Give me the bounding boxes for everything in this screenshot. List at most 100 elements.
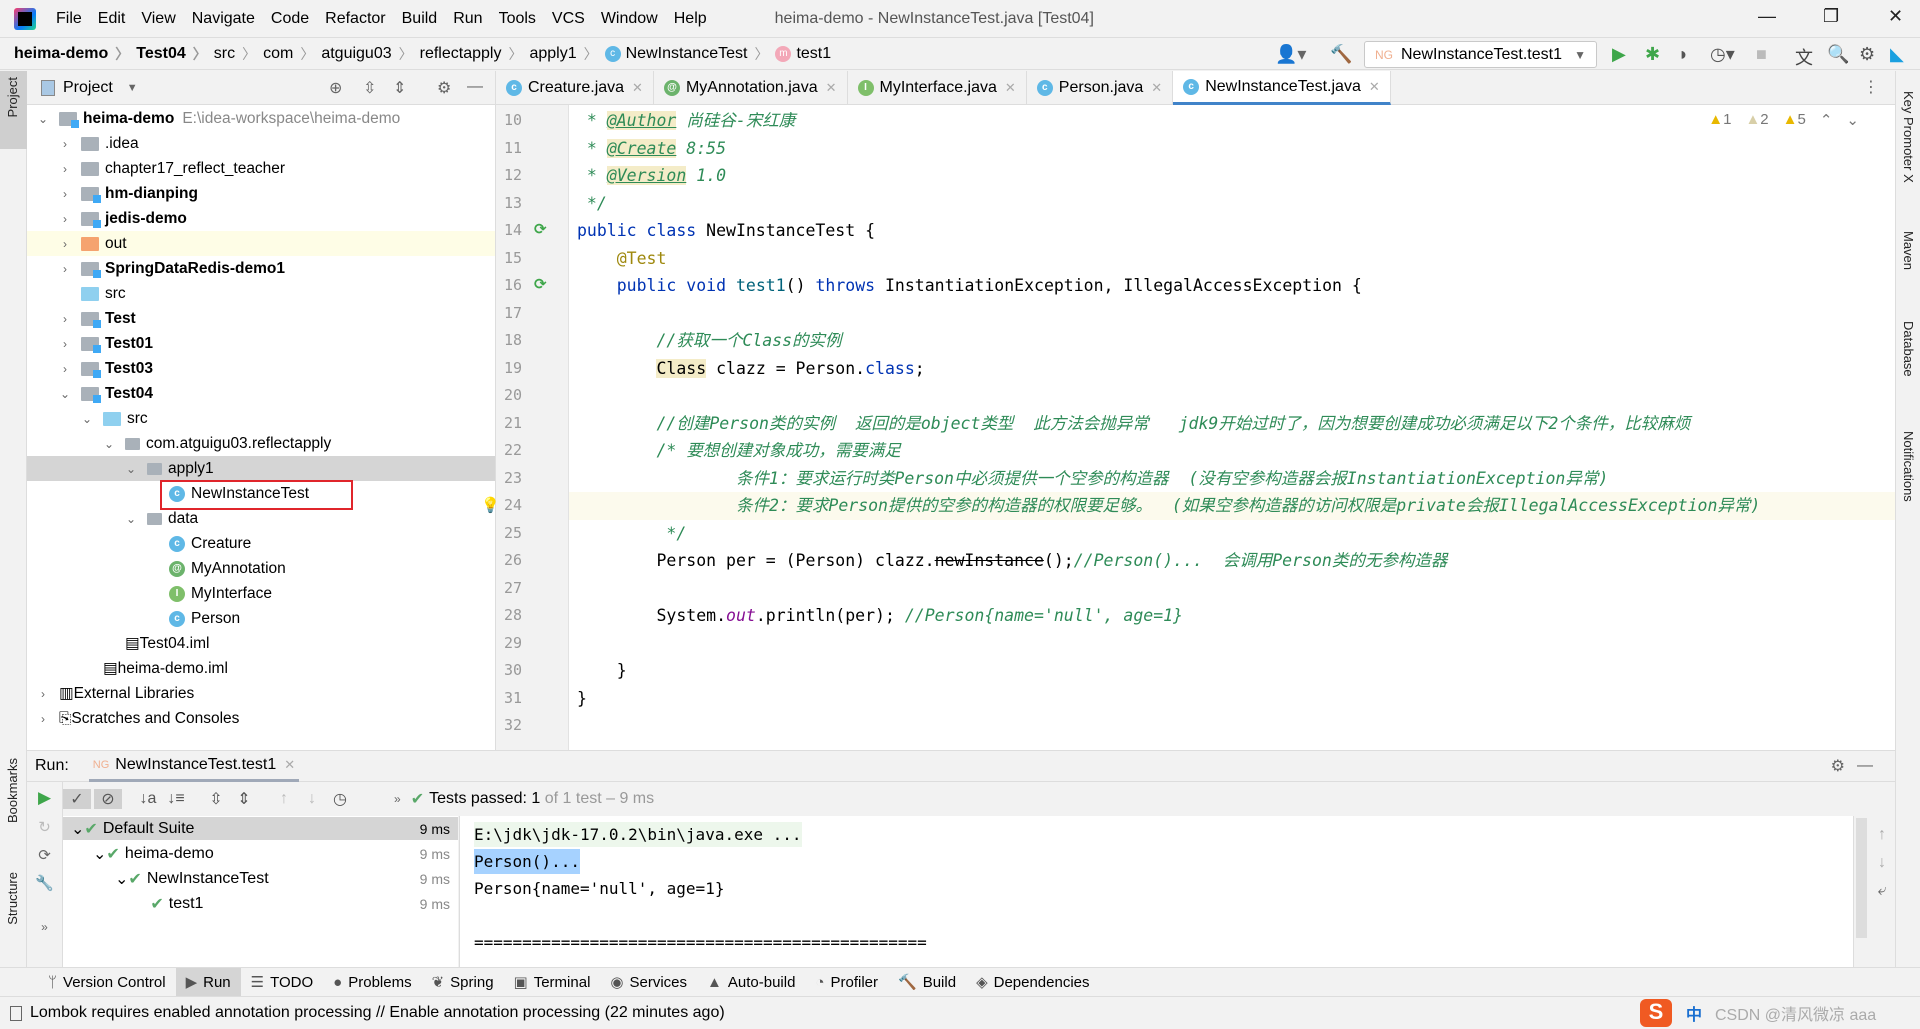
chevron-right-icon[interactable]: › (57, 362, 73, 376)
expand-all-icon[interactable]: ⇳ (363, 78, 376, 98)
more-icon[interactable]: » (394, 792, 401, 806)
close-tab-icon[interactable]: ✕ (1369, 79, 1380, 95)
chevron-down-icon[interactable]: ⌄ (57, 387, 73, 401)
toolbox-icon[interactable]: ◣ (1890, 44, 1904, 65)
run-configuration-select[interactable]: NG NewInstanceTest.test1 ▼ (1364, 41, 1597, 68)
breadcrumb-item[interactable]: com 〉 (263, 44, 321, 64)
soft-wrap-icon[interactable]: ⤶ (1869, 882, 1895, 900)
locate-file-icon[interactable]: ⊕ (329, 78, 342, 98)
tab-newinstancetest[interactable]: c NewInstanceTest.java ✕ (1173, 71, 1391, 105)
tool-services[interactable]: ◉ Services (600, 968, 697, 997)
tree-item-out[interactable]: › out (27, 231, 495, 256)
settings-gear-icon[interactable]: ⚙ (437, 78, 451, 98)
more-tabs-icon[interactable]: ⋮ (1863, 77, 1879, 97)
run-tab[interactable]: NG NewInstanceTest.test1 ✕ (88, 751, 300, 782)
chevron-right-icon[interactable]: › (57, 262, 73, 276)
show-ignored-button[interactable]: ⊘ (94, 789, 122, 809)
toggle-auto-test-button[interactable]: ⟳ (27, 846, 62, 864)
tree-item-test[interactable]: › Test (27, 306, 495, 331)
tree-item-heima-demo-iml[interactable]: ▤ heima-demo.iml (27, 656, 495, 681)
close-tab-icon[interactable]: ✕ (1005, 80, 1016, 96)
tree-item-person[interactable]: c Person (27, 606, 495, 631)
tree-item-src[interactable]: ⌄ src (27, 406, 495, 431)
hide-panel-icon[interactable]: — (467, 78, 483, 96)
tool-spring[interactable]: ❦ Spring (422, 968, 504, 997)
tool-profiler[interactable]: ◔ Profiler (805, 968, 888, 997)
test-tree-item[interactable]: ⌄ ✔ heima-demo 9 ms (63, 842, 458, 865)
menu-navigate[interactable]: Navigate (192, 10, 255, 28)
bookmarks-tool-button[interactable]: Bookmarks (5, 758, 20, 823)
menu-tools[interactable]: Tools (499, 10, 536, 28)
chevron-right-icon[interactable]: › (35, 687, 51, 701)
menu-code[interactable]: Code (271, 10, 309, 28)
close-icon[interactable]: ✕ (284, 757, 295, 773)
breadcrumb-item[interactable]: heima-demo 〉 (14, 44, 136, 64)
close-tab-icon[interactable]: ✕ (826, 80, 837, 96)
menu-vcs[interactable]: VCS (552, 10, 585, 28)
chevron-right-icon[interactable]: › (57, 137, 73, 151)
test-history-button[interactable]: ◷ (326, 789, 354, 809)
tab-person[interactable]: c Person.java ✕ (1027, 71, 1174, 105)
scroll-down-icon[interactable]: ↓ (1869, 854, 1895, 872)
hide-panel-icon[interactable]: — (1857, 757, 1873, 775)
tree-item-chapter17-reflect-teacher[interactable]: › chapter17_reflect_teacher (27, 156, 495, 181)
structure-tool-button[interactable]: Structure (5, 872, 20, 925)
close-tab-icon[interactable]: ✕ (632, 80, 643, 96)
tree-item-test01[interactable]: › Test01 (27, 331, 495, 356)
right-stripe-notifications[interactable]: Notifications (1901, 431, 1916, 502)
tree-item-scratches-and-consoles[interactable]: › ⎘ Scratches and Consoles (27, 706, 495, 731)
breadcrumb-item[interactable]: src 〉 (214, 44, 263, 64)
stop-button[interactable]: ■ (1756, 44, 1767, 65)
tree-item-myinterface[interactable]: I MyInterface (27, 581, 495, 606)
tree-item-com-atguigu03-reflectapply[interactable]: ⌄ com.atguigu03.reflectapply (27, 431, 495, 456)
tree-item-test03[interactable]: › Test03 (27, 356, 495, 381)
chevron-right-icon[interactable]: › (57, 312, 73, 326)
tree-item--idea[interactable]: › .idea (27, 131, 495, 156)
close-window-button[interactable]: ✕ (1888, 6, 1903, 27)
chevron-down-icon[interactable]: ⌄ (35, 112, 51, 126)
previous-highlight-icon[interactable]: ⌃ (1820, 111, 1833, 129)
menu-window[interactable]: Window (601, 10, 658, 28)
chevron-right-icon[interactable]: › (57, 337, 73, 351)
coverage-button[interactable]: ◗ (1678, 44, 1689, 65)
test-tree-item[interactable]: ⌄ ✔ Default Suite 9 ms (63, 817, 458, 840)
scroll-up-icon[interactable]: ↑ (1869, 826, 1895, 844)
chevron-down-icon[interactable]: ⌄ (123, 512, 139, 526)
previous-test-button[interactable]: ↑ (270, 790, 298, 808)
console-output[interactable]: E:\jdk\jdk-17.0.2\bin\java.exe ... Person… (459, 816, 1869, 968)
wrench-icon[interactable]: 🔧 (27, 874, 62, 892)
chevron-right-icon[interactable]: › (57, 212, 73, 226)
tree-item-creature[interactable]: c Creature (27, 531, 495, 556)
menu-run[interactable]: Run (453, 10, 482, 28)
ime-mode[interactable]: 中 (1686, 1001, 1702, 1025)
next-test-button[interactable]: ↓ (298, 790, 326, 808)
rerun-failed-button[interactable]: ↻ (27, 818, 62, 836)
project-tool-button[interactable]: Project (0, 71, 27, 149)
tree-item-myannotation[interactable]: @ MyAnnotation (27, 556, 495, 581)
tree-item-external-libraries[interactable]: › ▥ External Libraries (27, 681, 495, 706)
menu-refactor[interactable]: Refactor (325, 10, 385, 28)
tool-dependencies[interactable]: ◈ Dependencies (966, 968, 1099, 997)
build-hammer-icon[interactable]: 🔨 (1330, 44, 1352, 65)
settings-gear-icon[interactable]: ⚙ (1831, 756, 1845, 776)
run-gutter-icon[interactable]: ⟳ (534, 275, 547, 293)
profile-button[interactable]: ◷▾ (1710, 44, 1735, 65)
status-message[interactable]: Lombok requires enabled annotation proce… (30, 1004, 725, 1022)
tree-item-jedis-demo[interactable]: › jedis-demo (27, 206, 495, 231)
chevron-down-icon[interactable]: ⌄ (115, 869, 128, 889)
sort-alphabetically-button[interactable]: ↓a (134, 790, 162, 808)
menu-help[interactable]: Help (674, 10, 707, 28)
tool-vcs[interactable]: ᛘ Version Control (38, 968, 176, 997)
tree-item-test04[interactable]: ⌄ Test04 (27, 381, 495, 406)
run-button[interactable]: ▶ (1612, 44, 1626, 65)
lightbulb-icon[interactable]: 💡 (481, 492, 500, 520)
right-stripe-key-promoter-x[interactable]: Key Promoter X (1901, 91, 1916, 183)
tool-build[interactable]: 🔨 Build (888, 968, 966, 997)
menu-file[interactable]: File (56, 10, 82, 28)
breadcrumb-item[interactable]: atguigu03 〉 (321, 44, 419, 64)
next-highlight-icon[interactable]: ⌄ (1846, 111, 1859, 129)
code-area[interactable]: * @Author 尚硅谷-宋红康 * @Create 8:55 * @Vers… (481, 105, 1895, 750)
minimize-button[interactable]: — (1758, 6, 1776, 27)
rerun-button[interactable]: ▶ (27, 788, 62, 808)
project-view-select[interactable]: Project (63, 79, 113, 97)
